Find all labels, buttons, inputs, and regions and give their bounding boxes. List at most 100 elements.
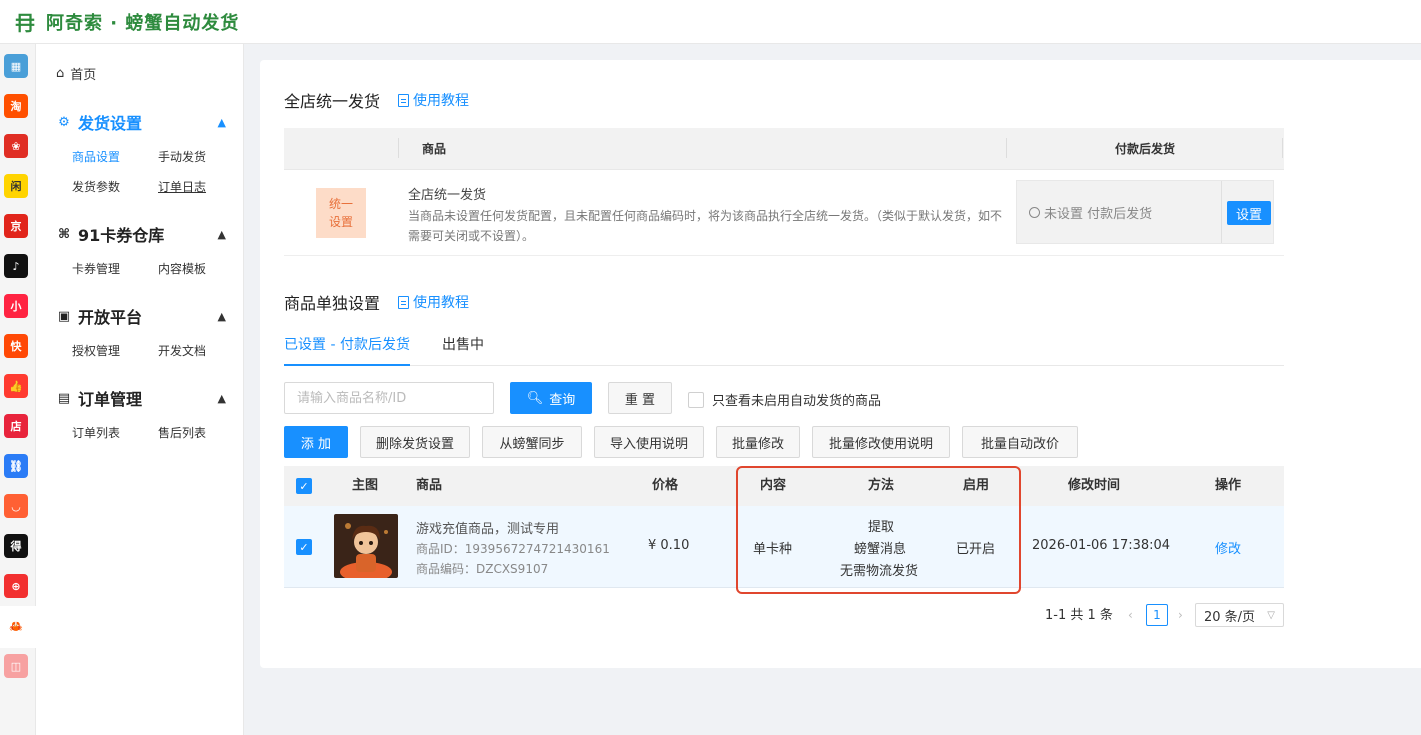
batch-auto-price-button[interactable]: 批量自动改价 [962,426,1078,458]
store-icon[interactable]: 店 [4,414,28,438]
top-bar: 冄 阿奇索 · 螃蟹自动发货 [0,0,1421,44]
only-disabled-filter[interactable]: 只查看未启用自动发货的商品 [688,390,881,409]
sidebar-item-home[interactable]: ⌂ 首页 [56,64,96,83]
chevron-up-icon: ▲ [217,391,226,405]
sidebar-item-authorization[interactable]: 授权管理 [72,342,120,359]
douyin-icon[interactable]: ♪ [4,254,28,278]
tutorial-label: 使用教程 [413,295,469,311]
tab-on-sale[interactable]: 出售中 [442,334,484,354]
page-1-button[interactable]: 1 [1146,604,1168,626]
pinduoduo-icon[interactable]: ❀ [4,134,28,158]
tab-configured[interactable]: 已设置 - 付款后发货 [284,334,410,354]
column-divider [1282,138,1283,158]
qr-platform-icon[interactable]: ▦ [4,54,28,78]
product-code: 商品编码：DZCXS9107 [416,562,549,576]
page-size-select[interactable]: 20 条/页 ▽ [1195,603,1284,627]
delete-delivery-setting-button[interactable]: 删除发货设置 [360,426,470,458]
group-label: 发货设置 [78,114,143,133]
badge-line: 统一 [328,197,353,211]
shop-icon[interactable]: ◡ [4,494,28,518]
product-id: 商品ID：1939567274721430161 [416,542,610,556]
batch-edit-guide-button[interactable]: 批量修改使用说明 [812,426,950,458]
product-price: ¥ 0.10 [648,538,690,553]
column-header-product: 商品 [416,478,443,493]
taobao-icon[interactable]: 淘 [4,94,28,118]
search-input[interactable] [284,382,494,414]
store-row: 统一 设置 全店统一发货 当商品未设置任何发货配置，且未配置任何商品编码时，将为… [284,170,1284,256]
chevron-down-icon: ▽ [1267,609,1275,621]
sidebar-item-delivery-params[interactable]: 发货参数 [72,178,120,195]
store-table-header: 商品 付款后发货 [284,128,1284,170]
prev-page-icon[interactable]: ‹ [1128,608,1133,622]
sidebar-item-aftersale-list[interactable]: 售后列表 [158,424,206,441]
batch-edit-button[interactable]: 批量修改 [716,426,800,458]
sidebar-item-dev-docs[interactable]: 开发文档 [158,342,206,359]
grid-icon: ⌘ [57,226,71,242]
store-rule-name: 全店统一发货 [408,188,487,203]
store-tutorial-link[interactable]: 使用教程 [398,90,469,110]
pagination-summary: 1-1 共 1 条 [1045,608,1113,623]
chevron-up-icon: ▲ [217,227,226,241]
query-button[interactable]: 🔍︎ 查询 [510,382,592,414]
unified-setting-badge: 统一 设置 [316,188,366,238]
select-all-checkbox[interactable]: ✓ [296,478,312,494]
link-icon[interactable]: ⛓ [4,454,28,478]
sidebar-item-content-template[interactable]: 内容模板 [158,260,206,277]
xiaohongshu-icon[interactable]: 小 [4,294,28,318]
sidebar-item-product-settings[interactable]: 商品设置 [72,148,120,165]
store-section-title: 全店统一发货 [284,92,381,111]
group-label: 开放平台 [78,308,143,327]
logo-icon: 冄 [15,11,35,35]
product-tutorial-link[interactable]: 使用教程 [398,292,469,312]
tutorial-label: 使用教程 [413,93,469,109]
sidebar-item-label: 首页 [70,68,97,83]
weidian-icon[interactable]: 闲 [4,174,28,198]
shopping-bag-icon[interactable]: ◫ [4,654,28,678]
sidebar-item-order-log[interactable]: 订单日志 [158,178,206,195]
sidebar-group-open-platform[interactable]: ▣ 开放平台 ▲ [56,304,226,328]
after-pay-status: 未设置 付款后发货 [1017,181,1222,243]
document-icon [398,295,409,309]
column-divider [398,138,399,158]
app-title: 阿奇索 · 螃蟹自动发货 [46,12,240,34]
sidebar-item-manual-delivery[interactable]: 手动发货 [158,148,206,165]
row-checkbox[interactable]: ✓ [296,539,312,555]
edit-link[interactable]: 修改 [1215,538,1241,557]
check-icon: ✓ [296,478,312,494]
active-tab-indicator [284,364,410,366]
store-rule-description: 当商品未设置任何发货配置，且未配置任何商品编码时，将为该商品执行全店统一发货。（… [408,209,1003,243]
after-pay-config: 未设置 付款后发货 设置 [1016,180,1274,244]
column-header-actions: 操作 [1215,478,1242,493]
sidebar-item-order-list[interactable]: 订单列表 [72,424,120,441]
sidebar-group-order-management[interactable]: ▤ 订单管理 ▲ [56,386,226,410]
product-title: 游戏充值商品，测试专用 [416,522,560,537]
add-button[interactable]: 添 加 [284,426,348,458]
checkbox[interactable] [688,391,704,408]
next-page-icon[interactable]: › [1178,608,1183,622]
sidebar-item-card-management[interactable]: 卡券管理 [72,260,120,277]
check-icon: ✓ [296,539,312,555]
column-header-after-pay: 付款后发货 [1115,142,1176,156]
document-icon: ▤ [57,390,71,406]
search-icon: 🔍︎ [526,390,544,406]
thumbsup-icon[interactable]: 👍 [4,374,28,398]
after-pay-status-text: 未设置 付款后发货 [1044,206,1153,222]
modified-time: 2026-01-06 17:38:04 [1032,538,1171,553]
product-thumbnail [334,514,398,578]
checkbox-label: 只查看未启用自动发货的商品 [712,394,882,409]
import-guide-button[interactable]: 导入使用说明 [594,426,704,458]
kuaishou-icon[interactable]: 快 [4,334,28,358]
radio-icon [1029,206,1040,218]
youzan-icon[interactable]: ⊕ [4,574,28,598]
reset-button[interactable]: 重 置 [608,382,672,414]
set-button[interactable]: 设置 [1227,201,1271,225]
dewu-icon[interactable]: 得 [4,534,28,558]
document-icon [398,93,409,107]
jd-icon[interactable]: 京 [4,214,28,238]
sidebar-group-card-warehouse[interactable]: ⌘ 91卡券仓库 ▲ [56,222,226,246]
gear-icon: ⚙ [58,114,70,130]
product-section-title: 商品单独设置 [284,294,381,313]
sync-from-crab-button[interactable]: 从螃蟹同步 [482,426,582,458]
crab-icon[interactable]: 🦀 [4,614,28,638]
sidebar-group-delivery-settings[interactable]: ⚙ 发货设置 ▲ [56,110,226,134]
